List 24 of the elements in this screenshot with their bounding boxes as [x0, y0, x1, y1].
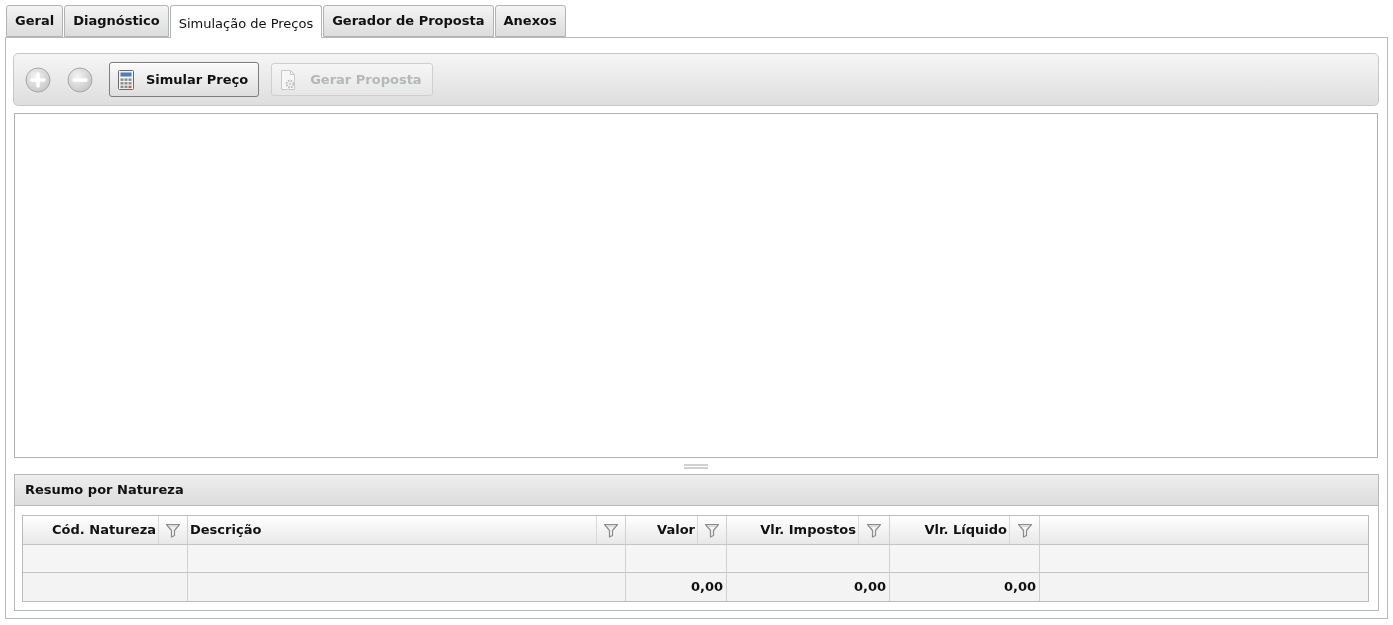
filter-icon[interactable]: [1016, 522, 1033, 538]
column-header[interactable]: Descrição: [190, 520, 262, 540]
filter-icon[interactable]: [704, 522, 720, 538]
minus-circle-icon: [67, 66, 93, 93]
column-header[interactable]: Valor: [657, 520, 695, 540]
column-header[interactable]: Cód. Natureza: [52, 520, 156, 540]
total-value: 0,00: [1003, 578, 1036, 597]
tab[interactable]: Anexos: [494, 5, 566, 37]
plus-circle-icon: [25, 66, 51, 93]
tab[interactable]: Geral: [6, 5, 64, 37]
filter-icon[interactable]: [603, 522, 619, 538]
column-header[interactable]: Vlr. Líquido: [924, 520, 1007, 540]
tab[interactable]: Diagnóstico: [64, 5, 169, 37]
panel-title: Resumo por Natureza: [25, 481, 184, 500]
resize-handle[interactable]: [684, 463, 708, 469]
tab[interactable]: Simulação de Preços: [169, 5, 323, 38]
filter-icon[interactable]: [165, 522, 181, 538]
simulate-price-button[interactable]: Simular Preço: [109, 62, 260, 97]
total-value: 0,00: [853, 578, 886, 597]
total-value: 0,00: [690, 578, 723, 597]
filter-icon[interactable]: [866, 522, 882, 538]
calculator-icon: [118, 69, 134, 90]
tab[interactable]: Gerador de Proposta: [323, 5, 494, 37]
column-header[interactable]: Vlr. Impostos: [760, 520, 856, 540]
